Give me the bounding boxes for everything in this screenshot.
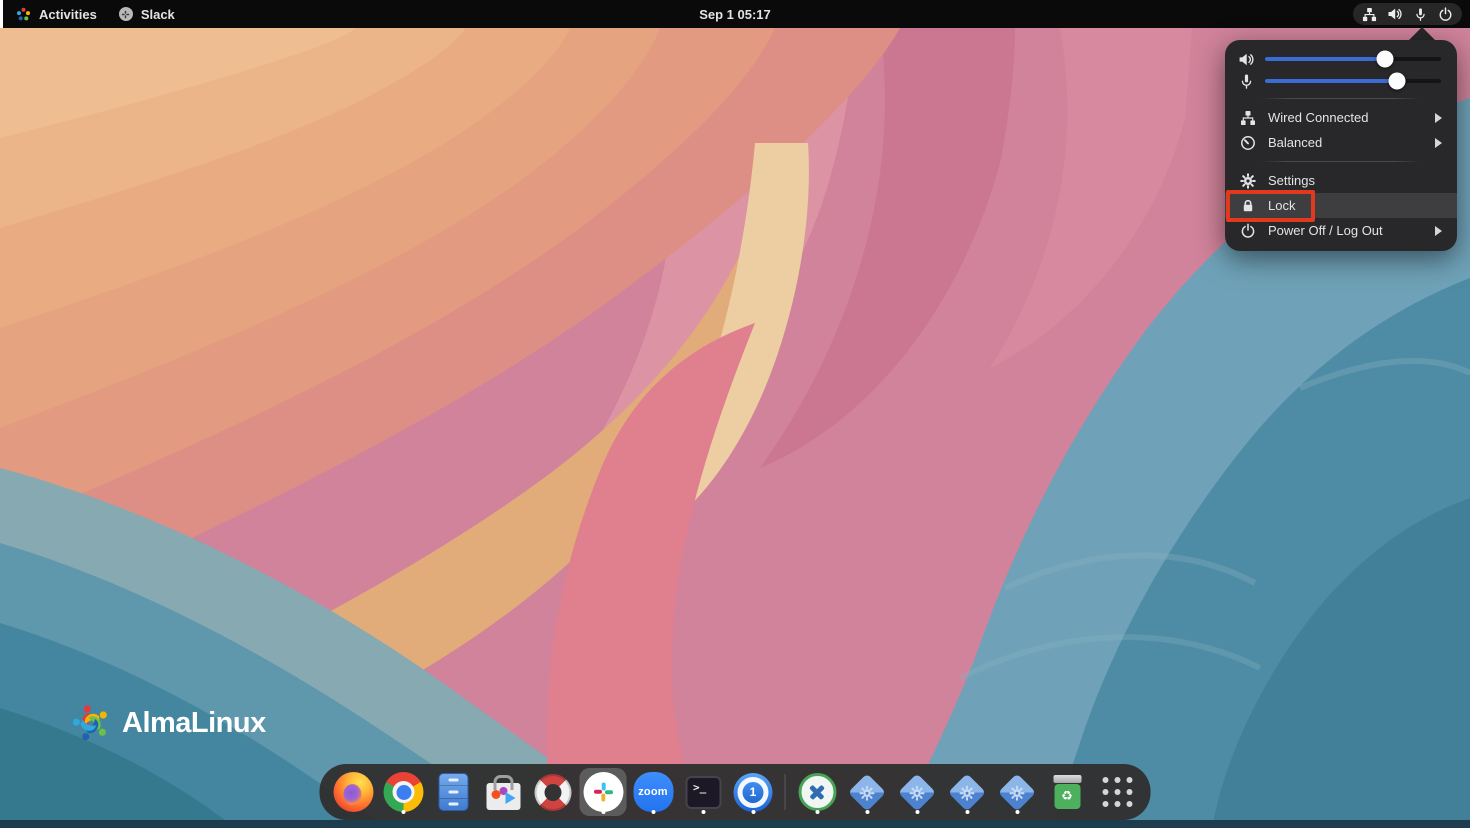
- microphone-slider[interactable]: [1225, 70, 1457, 92]
- network-wired-icon: [1240, 110, 1256, 126]
- dock: zoom >_ 1: [320, 764, 1151, 820]
- software-bag-icon: [486, 783, 520, 810]
- activities-button[interactable]: Activities: [16, 0, 97, 28]
- speaker-icon: [1238, 51, 1255, 68]
- lock-icon: [1240, 198, 1256, 214]
- volume-track[interactable]: [1265, 57, 1441, 61]
- system-menu: Wired Connected Balanced Settings: [1225, 40, 1457, 251]
- volume-fill: [1265, 57, 1385, 61]
- running-indicator: [815, 810, 819, 814]
- dock-item-1password[interactable]: 1: [730, 768, 777, 816]
- dock-item-generic-app-4[interactable]: [994, 768, 1041, 816]
- clock-button[interactable]: Sep 1 05:17: [699, 0, 771, 28]
- volume-thumb[interactable]: [1376, 51, 1393, 68]
- submenu-arrow-icon: [1435, 226, 1442, 236]
- menu-item-label: Balanced: [1268, 135, 1423, 150]
- executable-diamond-icon: [898, 773, 936, 811]
- dock-item-files[interactable]: [430, 768, 477, 816]
- running-indicator: [865, 810, 869, 814]
- microphone-icon: [1413, 7, 1428, 22]
- terminal-icon: >_: [685, 776, 721, 809]
- zoom-icon-label: zoom: [638, 786, 668, 798]
- almalinux-pinwheel-icon: [68, 700, 114, 746]
- system-tray-button[interactable]: [1353, 3, 1462, 25]
- brand-text: AlmaLinux: [122, 707, 266, 740]
- dock-item-show-apps[interactable]: [1094, 768, 1141, 816]
- slack-tray-icon: [119, 7, 133, 21]
- volume-icon: [1387, 6, 1403, 22]
- executable-diamond-icon: [948, 773, 986, 811]
- microphone-track[interactable]: [1265, 79, 1441, 83]
- dock-item-generic-app-3[interactable]: [944, 768, 991, 816]
- running-indicator: [965, 810, 969, 814]
- dock-item-terminal[interactable]: >_: [680, 768, 727, 816]
- menu-separator: [1261, 98, 1421, 99]
- dock-item-zoom[interactable]: zoom: [630, 768, 677, 816]
- menu-item-power-off-log-out[interactable]: Power Off / Log Out: [1225, 218, 1457, 243]
- distro-logo-icon: [16, 7, 31, 22]
- menu-item-label: Lock: [1268, 198, 1442, 213]
- submenu-arrow-icon: [1435, 138, 1442, 148]
- focused-app-indicator[interactable]: Slack: [119, 0, 175, 28]
- slack-icon: [583, 772, 623, 812]
- menu-item-lock[interactable]: Lock: [1225, 193, 1457, 218]
- microphone-icon: [1238, 73, 1255, 90]
- top-bar: Activities Slack Sep 1 05:17: [0, 0, 1470, 28]
- dock-item-generic-app-2[interactable]: [894, 768, 941, 816]
- running-indicator: [401, 810, 405, 814]
- almalinux-logo: AlmaLinux: [68, 700, 266, 746]
- network-wired-icon: [1362, 7, 1377, 22]
- x-circle-icon: [798, 773, 836, 811]
- dock-item-trash[interactable]: ♻: [1044, 768, 1091, 816]
- desktop-screen: AlmaLinux Activities: [0, 0, 1470, 828]
- running-indicator: [751, 810, 755, 814]
- dock-item-remote-x-app[interactable]: [794, 768, 841, 816]
- running-indicator: [701, 810, 705, 814]
- gear-icon: [1240, 173, 1256, 189]
- screen-edge-artifact: [0, 0, 3, 28]
- power-icon: [1240, 223, 1256, 239]
- volume-slider[interactable]: [1225, 48, 1457, 70]
- dock-separator: [785, 774, 786, 810]
- menu-item-settings[interactable]: Settings: [1225, 168, 1457, 193]
- app-grid-icon: [1102, 777, 1132, 807]
- file-cabinet-icon: [438, 773, 468, 811]
- activities-label: Activities: [39, 7, 97, 22]
- menu-item-wired-connected[interactable]: Wired Connected: [1225, 105, 1457, 130]
- menu-item-label: Power Off / Log Out: [1268, 223, 1423, 238]
- executable-diamond-icon: [848, 773, 886, 811]
- clock-label: Sep 1 05:17: [699, 7, 771, 22]
- chrome-icon-center: [396, 785, 411, 800]
- menu-item-power-profile[interactable]: Balanced: [1225, 130, 1457, 155]
- focused-app-label: Slack: [141, 7, 175, 22]
- running-indicator: [915, 810, 919, 814]
- dock-item-software[interactable]: [480, 768, 527, 816]
- 1password-icon: 1: [734, 773, 773, 812]
- microphone-thumb[interactable]: [1389, 73, 1406, 90]
- zoom-icon: zoom: [633, 772, 673, 812]
- menu-pointer-arrow: [1409, 27, 1435, 40]
- submenu-arrow-icon: [1435, 113, 1442, 123]
- microphone-fill: [1265, 79, 1397, 83]
- menu-item-label: Settings: [1268, 173, 1442, 188]
- power-icon: [1438, 7, 1453, 22]
- dock-item-chrome[interactable]: [380, 768, 427, 816]
- power-profile-gauge-icon: [1240, 135, 1256, 151]
- dock-item-firefox[interactable]: [330, 768, 377, 816]
- executable-diamond-icon: [998, 773, 1036, 811]
- lifebuoy-icon: [535, 774, 572, 811]
- dock-item-help[interactable]: [530, 768, 577, 816]
- menu-item-label: Wired Connected: [1268, 110, 1423, 125]
- trash-icon: ♻: [1053, 775, 1081, 809]
- menu-separator: [1261, 161, 1421, 162]
- dock-item-slack[interactable]: [580, 768, 627, 816]
- running-indicator: [601, 810, 605, 814]
- running-indicator: [1015, 810, 1019, 814]
- dock-item-generic-app-1[interactable]: [844, 768, 891, 816]
- firefox-icon: [333, 772, 373, 812]
- running-indicator: [651, 810, 655, 814]
